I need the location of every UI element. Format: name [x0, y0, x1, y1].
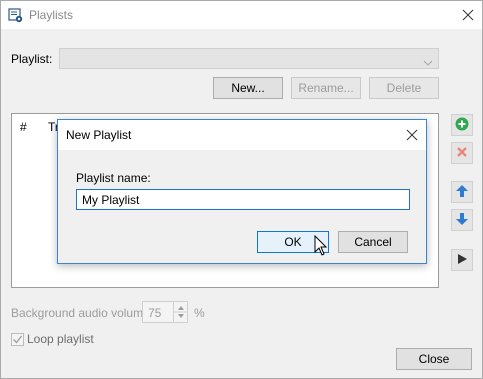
background-volume-label: Background audio volume: — [11, 306, 154, 320]
volume-value: 75 — [148, 306, 162, 320]
playlist-label: Playlist: — [11, 52, 53, 66]
chevron-down-icon — [423, 55, 433, 69]
move-down-icon — [455, 212, 469, 229]
volume-unit: % — [194, 306, 205, 320]
volume-spin-control[interactable] — [173, 302, 188, 322]
remove-icon — [455, 145, 469, 162]
window-title: Playlists — [29, 8, 74, 22]
spin-down-icon — [178, 314, 184, 318]
playlists-window: Playlists Playlist: New... Rename... Del… — [0, 0, 483, 379]
move-up-icon — [455, 184, 469, 201]
new-button[interactable]: New... — [213, 77, 283, 99]
playlist-dropdown[interactable] — [59, 48, 439, 69]
playlist-name-input[interactable] — [76, 189, 410, 210]
loop-playlist-label: Loop playlist — [27, 332, 94, 346]
rename-button[interactable]: Rename... — [291, 77, 361, 99]
dialog-title: New Playlist — [66, 128, 132, 142]
loop-playlist-checkbox[interactable] — [11, 333, 24, 346]
delete-button[interactable]: Delete — [369, 77, 439, 99]
spin-up-icon — [178, 306, 184, 310]
checkmark-icon — [13, 335, 23, 344]
column-header-number[interactable]: # — [20, 120, 27, 134]
close-icon[interactable] — [398, 120, 426, 150]
add-item-button[interactable] — [451, 114, 473, 136]
close-button[interactable]: Close — [396, 348, 472, 370]
volume-stepper[interactable]: 75 — [142, 301, 188, 323]
playlist-name-label: Playlist name: — [76, 171, 151, 185]
cancel-button[interactable]: Cancel — [338, 231, 408, 253]
move-down-button[interactable] — [451, 209, 473, 231]
mouse-pointer-icon — [314, 234, 328, 260]
close-icon[interactable] — [453, 1, 483, 29]
move-up-button[interactable] — [451, 181, 473, 203]
playlist-gear-icon — [8, 8, 23, 23]
title-bar: Playlists — [1, 1, 482, 29]
remove-item-button[interactable] — [451, 142, 473, 164]
add-icon — [455, 117, 469, 134]
new-playlist-dialog: New Playlist Playlist name: OK Cancel — [57, 119, 427, 264]
play-icon — [456, 253, 468, 268]
dialog-title-bar: New Playlist — [58, 120, 426, 150]
play-button[interactable] — [451, 249, 473, 271]
